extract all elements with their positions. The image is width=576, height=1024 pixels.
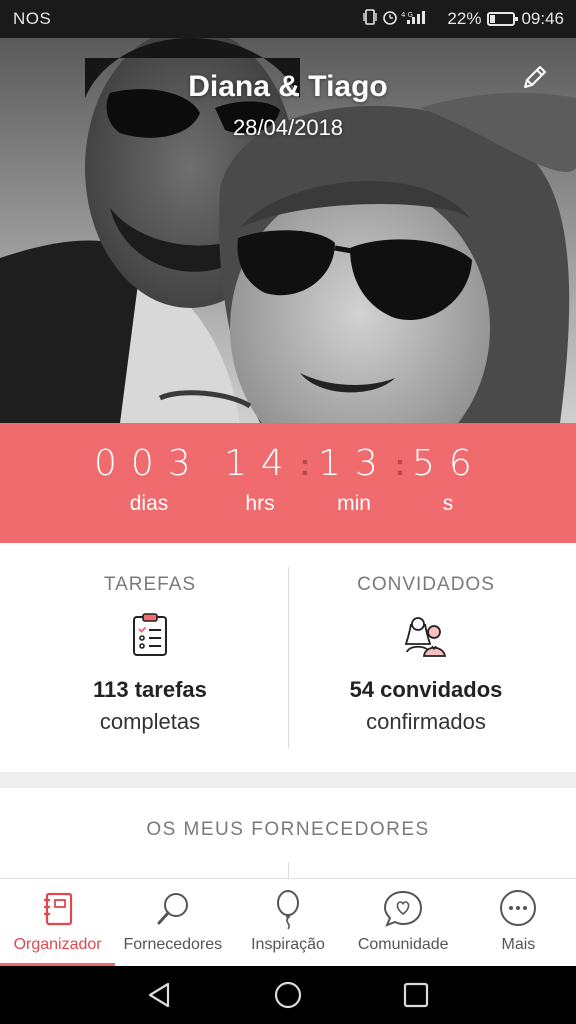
checklist-clipboard-icon xyxy=(133,613,167,656)
wedding-countdown: 003 dias 14 hrs : 13 min : 56 s xyxy=(0,423,576,543)
tasks-card[interactable]: TAREFAS 113 tarefas completas xyxy=(6,543,294,772)
countdown-minutes: 13 min xyxy=(318,443,390,516)
tab-fornecedores[interactable]: Fornecedores xyxy=(115,879,230,966)
countdown-days-value: 003 xyxy=(94,443,205,484)
tab-label: Fornecedores xyxy=(123,936,223,953)
countdown-minutes-value: 13 xyxy=(318,443,392,484)
guests-subtitle: confirmados xyxy=(366,709,486,734)
svg-text:4G: 4G xyxy=(401,11,415,19)
providers-title: OS MEUS FORNECEDORES xyxy=(146,819,430,840)
countdown-hours-value: 14 xyxy=(224,443,298,484)
guests-card[interactable]: CONVIDADOS 54 convidados confirmados xyxy=(282,543,570,772)
tab-comunidade[interactable]: Comunidade xyxy=(346,879,461,966)
recent-apps-icon[interactable] xyxy=(401,980,431,1010)
couple-photo-header: Diana & Tiago 28/04/2018 xyxy=(0,38,576,423)
back-icon[interactable] xyxy=(144,980,174,1010)
planner-book-icon xyxy=(43,892,72,926)
home-icon[interactable] xyxy=(273,980,303,1010)
summary-stats: TAREFAS 113 tarefas completas CONVIDADOS… xyxy=(0,543,576,772)
tab-mais[interactable]: Mais xyxy=(461,879,576,966)
providers-divider xyxy=(288,862,289,878)
couple-guests-icon xyxy=(404,617,447,657)
tasks-title: TAREFAS xyxy=(103,574,197,595)
more-dots-icon xyxy=(500,890,537,926)
countdown-separator: : xyxy=(395,449,405,482)
countdown-hours-label: hrs xyxy=(245,492,275,515)
chat-heart-icon xyxy=(384,890,423,927)
tab-label: Mais xyxy=(501,936,536,953)
countdown-days-label: dias xyxy=(129,492,169,515)
system-navigation-bar xyxy=(0,966,576,1024)
tasks-count: 113 tarefas xyxy=(93,677,207,702)
tab-organizador[interactable]: Organizador xyxy=(0,879,116,966)
tab-label: Inspiração xyxy=(251,936,325,953)
bottom-tab-bar: Organizador Fornecedores Inspiração Comu… xyxy=(0,878,576,966)
balloon-icon xyxy=(277,890,299,930)
guests-title: CONVIDADOS xyxy=(357,574,495,595)
section-spacer xyxy=(0,772,576,788)
countdown-seconds-label: s xyxy=(442,492,454,515)
vibrate-alarm-signal-icon: 4G xyxy=(363,9,426,25)
battery-icon xyxy=(487,12,519,26)
countdown-hours: 14 hrs xyxy=(224,443,296,516)
edit-profile-button[interactable] xyxy=(520,64,554,98)
tab-label: Comunidade xyxy=(357,936,449,953)
pencil-icon xyxy=(524,66,546,88)
countdown-days: 003 dias xyxy=(94,443,204,516)
battery-percent: 22% xyxy=(447,9,482,28)
clock: 09:46 xyxy=(521,9,564,28)
guests-count: 54 convidados xyxy=(349,677,503,702)
status-bar: NOS 4G 22% 09:46 xyxy=(0,0,576,38)
countdown-seconds-value: 56 xyxy=(412,443,486,484)
status-indicators: 4G 22% 09:46 xyxy=(363,8,564,30)
countdown-minutes-label: min xyxy=(337,492,371,515)
status-icons: 4G xyxy=(363,8,441,30)
countdown-seconds: 56 s xyxy=(412,443,484,516)
couple-name: Diana & Tiago xyxy=(188,70,388,103)
my-providers-section: OS MEUS FORNECEDORES xyxy=(0,788,576,878)
tab-inspiracao[interactable]: Inspiração xyxy=(230,879,345,966)
carrier-name: NOS xyxy=(13,9,52,28)
countdown-separator: : xyxy=(300,449,310,482)
magnifier-icon xyxy=(157,893,188,925)
wedding-date: 28/04/2018 xyxy=(232,115,344,140)
tab-label: Organizador xyxy=(13,936,102,953)
tasks-subtitle: completas xyxy=(99,709,201,734)
